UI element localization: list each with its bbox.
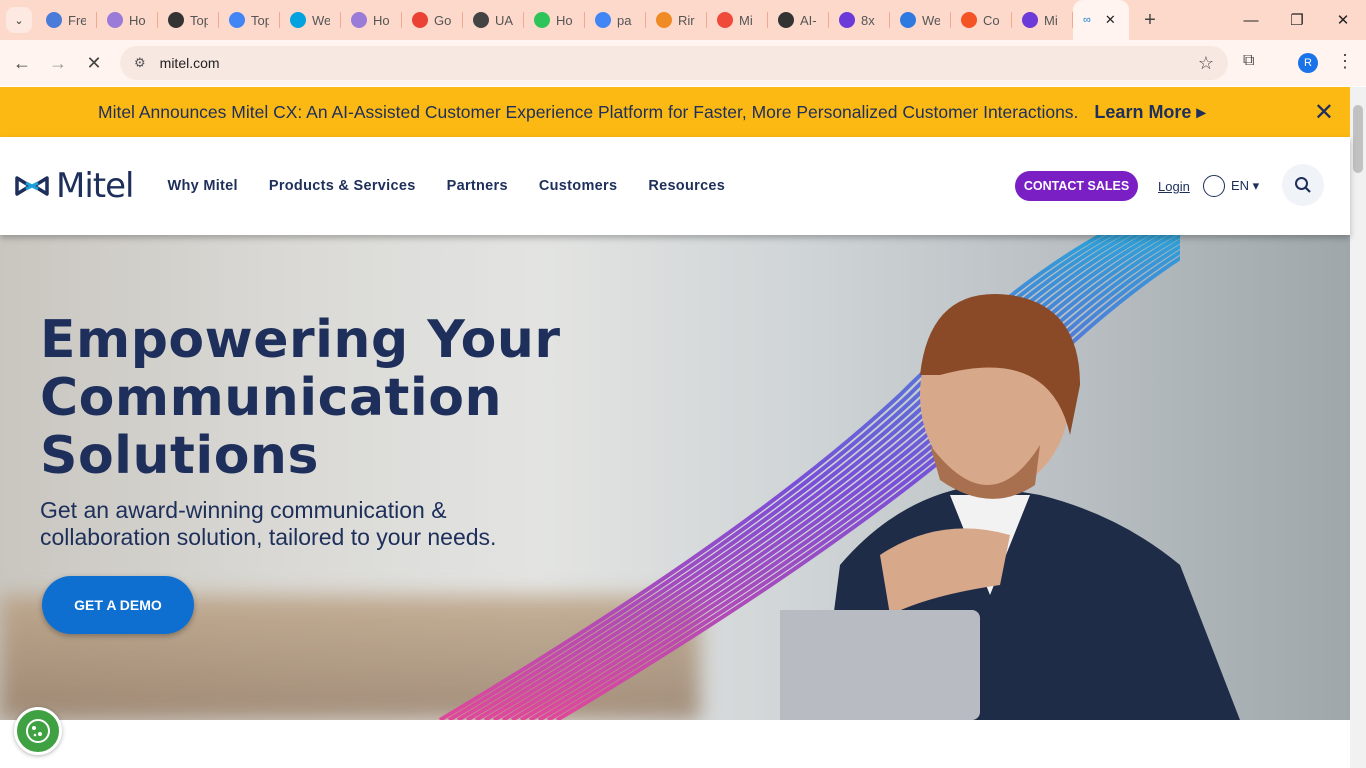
- nav-item[interactable]: Products & Services: [269, 178, 416, 194]
- browser-tab[interactable]: Top: [158, 0, 219, 40]
- contact-sales-button[interactable]: CONTACT SALES: [1015, 171, 1138, 201]
- main-nav: Why Mitel Products & Services Partners Cust…: [167, 178, 725, 194]
- browser-tab[interactable]: Top: [219, 0, 280, 40]
- minimize-button[interactable]: —: [1228, 0, 1274, 40]
- tab-active[interactable]: ∞ ✕: [1073, 0, 1129, 40]
- tab-favicon-icon: [412, 12, 428, 28]
- close-window-button[interactable]: ✕: [1320, 0, 1366, 40]
- stop-button[interactable]: ✕: [76, 53, 112, 74]
- browser-toolbar: ← → ✕ ⚙ mitel.com ☆ ⧉ R ⋮: [0, 40, 1366, 86]
- browser-tab[interactable]: We: [280, 0, 341, 40]
- nav-item[interactable]: Why Mitel: [167, 178, 237, 194]
- browser-tab[interactable]: Co: [951, 0, 1012, 40]
- search-button[interactable]: [1282, 164, 1324, 206]
- browser-tab[interactable]: Mi: [1012, 0, 1073, 40]
- browser-tab[interactable]: Go: [402, 0, 463, 40]
- browser-tab[interactable]: Ho: [524, 0, 585, 40]
- close-banner-icon[interactable]: ✕: [1314, 98, 1334, 127]
- tab-favicon-icon: [717, 12, 733, 28]
- tab-favicon-icon: [1022, 12, 1038, 28]
- tab-favicon-icon: [839, 12, 855, 28]
- cookie-settings-button[interactable]: [14, 707, 62, 755]
- hero-section: Empowering Your Communication Solutions Ge…: [0, 235, 1350, 720]
- banner-message: Mitel Announces Mitel CX: An AI-Assisted…: [98, 101, 1079, 122]
- tab-favicon-icon: [168, 12, 184, 28]
- tab-favicon-icon: [900, 12, 916, 28]
- globe-icon: [1203, 175, 1225, 197]
- browser-tab[interactable]: Rir: [646, 0, 707, 40]
- get-a-demo-button[interactable]: GET A DEMO: [42, 576, 194, 634]
- tab-favicon-icon: [961, 12, 977, 28]
- announcement-banner: Mitel Announces Mitel CX: An AI-Assisted…: [0, 87, 1350, 137]
- tab-favicon-icon: [534, 12, 550, 28]
- hero-title: Empowering Your Communication Solutions: [40, 310, 561, 486]
- tab-favicon-icon: [46, 12, 62, 28]
- extensions-icon[interactable]: ⧉: [1243, 52, 1254, 70]
- nav-item[interactable]: Partners: [447, 178, 508, 194]
- language-selector[interactable]: EN ▾: [1203, 175, 1259, 197]
- browser-tab[interactable]: Ho: [97, 0, 158, 40]
- hero-subtitle: Get an award-winning communication & col…: [40, 497, 497, 550]
- nav-item[interactable]: Customers: [539, 178, 617, 194]
- site-info-icon[interactable]: ⚙: [134, 55, 146, 71]
- browser-tab[interactable]: UA: [463, 0, 524, 40]
- cookie-icon: [26, 719, 50, 743]
- browser-menu-icon[interactable]: ⋮: [1336, 51, 1354, 72]
- learn-more-link[interactable]: Learn More ▸: [1094, 102, 1205, 123]
- tab-favicon-icon: [107, 12, 123, 28]
- tab-favicon-icon: [351, 12, 367, 28]
- tab-strip: ⌄ Fre Ho Top Top We Ho Go UA Ho pa Rir Mi AI- 8x We Co M…: [0, 0, 1366, 40]
- profile-avatar[interactable]: R: [1298, 53, 1318, 73]
- bookmark-star-icon[interactable]: ☆: [1198, 53, 1214, 74]
- tab-favicon-icon: [229, 12, 245, 28]
- close-tab-icon[interactable]: ✕: [1105, 12, 1116, 28]
- url-text: mitel.com: [159, 55, 220, 71]
- browser-tab[interactable]: Fre: [36, 0, 97, 40]
- mitel-logo-icon: ∞: [1083, 14, 1091, 26]
- tab-favicon-icon: [595, 12, 611, 28]
- page-scrollbar[interactable]: [1350, 87, 1366, 768]
- tab-favicon-icon: [778, 12, 794, 28]
- scrollbar-thumb[interactable]: [1353, 105, 1363, 173]
- browser-tab[interactable]: AI-: [768, 0, 829, 40]
- hero-person-image: [780, 294, 1240, 720]
- browser-tab[interactable]: pa: [585, 0, 646, 40]
- tab-search-button[interactable]: ⌄: [6, 7, 32, 33]
- forward-button[interactable]: →: [40, 53, 76, 74]
- search-icon: [1295, 177, 1311, 193]
- site-header: Mitel Why Mitel Products & Services Partne…: [0, 137, 1350, 235]
- tab-favicon-icon: [290, 12, 306, 28]
- mitel-logo-icon: [15, 176, 49, 196]
- tab-favicon-icon: [473, 12, 489, 28]
- browser-tab[interactable]: Ho: [341, 0, 402, 40]
- login-link[interactable]: Login: [1158, 179, 1190, 194]
- tab-favicon-icon: [656, 12, 672, 28]
- back-button[interactable]: ←: [4, 53, 40, 74]
- browser-tab[interactable]: 8x: [829, 0, 890, 40]
- new-tab-button[interactable]: +: [1135, 9, 1165, 32]
- nav-item[interactable]: Resources: [648, 178, 725, 194]
- browser-tab[interactable]: We: [890, 0, 951, 40]
- address-bar[interactable]: ⚙ mitel.com ☆: [120, 46, 1228, 80]
- restore-button[interactable]: ❐: [1274, 0, 1320, 40]
- browser-tab[interactable]: Mi: [707, 0, 768, 40]
- mitel-logo[interactable]: Mitel: [14, 166, 134, 206]
